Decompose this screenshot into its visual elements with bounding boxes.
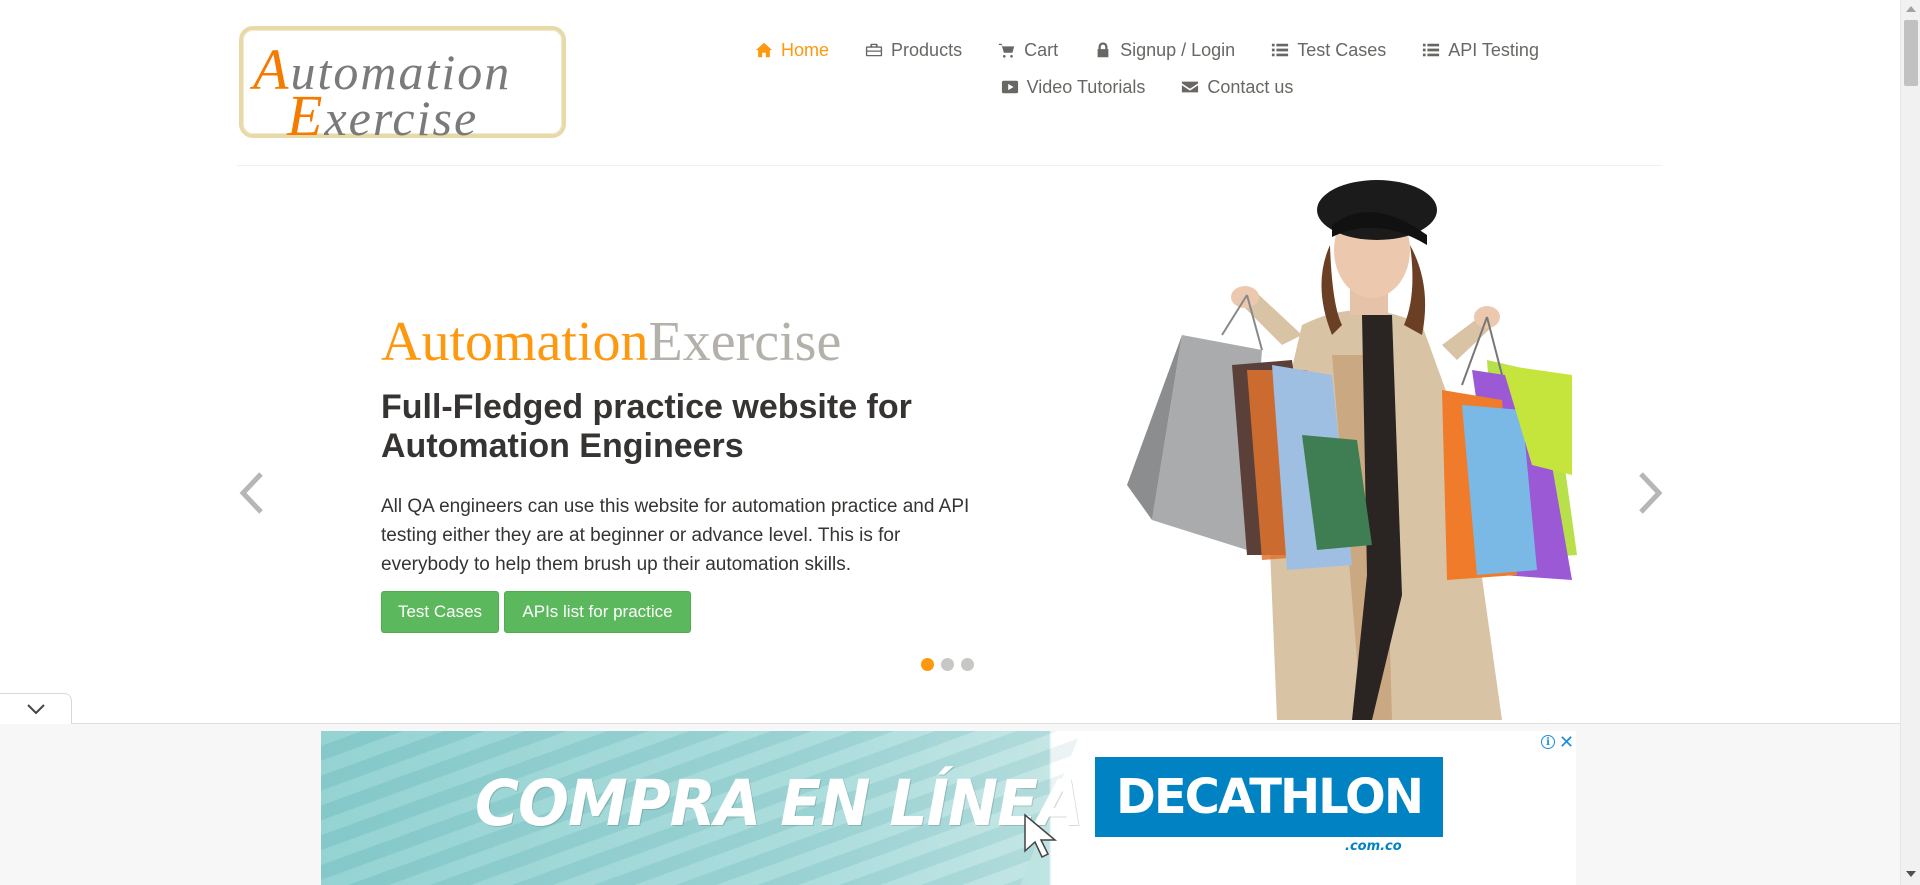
apis-list-button[interactable]: APIs list for practice <box>504 591 691 633</box>
youtube-icon <box>1001 80 1018 94</box>
site-header: Automation Exercise Home Products Cart S… <box>237 0 1662 166</box>
lock-icon <box>1097 42 1109 58</box>
cart-icon <box>998 43 1015 58</box>
nav-video-tutorials[interactable]: Video Tutorials <box>983 73 1164 101</box>
hero-image-shopping-woman <box>1127 180 1577 720</box>
nav-products[interactable]: Products <box>847 36 980 64</box>
briefcase-icon <box>865 43 883 57</box>
slider-indicators <box>921 658 974 671</box>
ad-headline: COMPRA EN LÍNEA <box>475 767 1084 841</box>
ad-brand-domain: .com.co <box>1345 839 1402 854</box>
nav-api-testing[interactable]: API Testing <box>1404 36 1557 64</box>
nav-api-testing-label: API Testing <box>1448 39 1539 60</box>
slider-dot-1[interactable] <box>921 658 934 671</box>
nav-contact-us-label: Contact us <box>1207 76 1294 97</box>
nav-cart-label: Cart <box>1024 39 1059 60</box>
chevron-right-icon <box>1639 472 1663 514</box>
list-icon <box>1272 43 1289 57</box>
nav-contact-us[interactable]: Contact us <box>1163 73 1311 101</box>
nav-test-cases[interactable]: Test Cases <box>1253 36 1404 64</box>
envelope-icon <box>1182 81 1199 93</box>
nav-video-tutorials-label: Video Tutorials <box>1026 76 1146 97</box>
ad-brand-logo: DECATHLON <box>1095 757 1443 837</box>
ad-choices: i ✕ <box>1541 733 1574 751</box>
scroll-thumb[interactable] <box>1904 20 1918 86</box>
slider-dot-3[interactable] <box>961 658 974 671</box>
scroll-down-arrow-icon[interactable] <box>1906 871 1916 877</box>
ad-info-icon[interactable]: i <box>1541 735 1555 749</box>
test-cases-button[interactable]: Test Cases <box>381 591 499 633</box>
slider-next-arrow[interactable] <box>1635 468 1665 518</box>
nav-products-label: Products <box>891 39 963 60</box>
nav-test-cases-label: Test Cases <box>1297 39 1387 60</box>
chevron-down-icon <box>26 704 45 715</box>
nav-signup-login[interactable]: Signup / Login <box>1076 36 1253 64</box>
slider-brand-title: AutomationExercise <box>381 311 842 373</box>
nav-row-1: Home Products Cart Signup / Login Test C… <box>737 36 1557 64</box>
ad-close-icon[interactable]: ✕ <box>1559 733 1574 751</box>
nav-signup-login-label: Signup / Login <box>1120 39 1236 60</box>
logo-line-2: Exercise <box>287 83 479 148</box>
nav-cart[interactable]: Cart <box>980 36 1076 64</box>
home-icon <box>755 42 773 58</box>
chevron-left-icon <box>239 472 263 514</box>
cursor-icon <box>1024 813 1058 859</box>
main-nav: Home Products Cart Signup / Login Test C… <box>737 36 1557 101</box>
slider-headline: Full-Fledged practice website for Automa… <box>381 388 912 465</box>
page-scrollbar[interactable] <box>1900 0 1920 885</box>
ad-banner[interactable]: COMPRA EN LÍNEA DECATHLON .com.co <box>321 731 1576 885</box>
scroll-up-arrow-icon[interactable] <box>1906 6 1916 12</box>
nav-home-label: Home <box>781 39 830 60</box>
site-logo[interactable]: Automation Exercise <box>239 26 566 148</box>
collapse-ad-tab[interactable] <box>0 693 72 724</box>
slider-prev-arrow[interactable] <box>237 468 267 518</box>
list-icon <box>1423 43 1440 57</box>
nav-row-2: Video Tutorials Contact us <box>737 73 1557 101</box>
hero-slider: AutomationExercise Full-Fledged practice… <box>237 170 1665 720</box>
nav-home[interactable]: Home <box>737 36 847 64</box>
slider-description: All QA engineers can use this website fo… <box>381 496 970 575</box>
slider-dot-2[interactable] <box>941 658 954 671</box>
